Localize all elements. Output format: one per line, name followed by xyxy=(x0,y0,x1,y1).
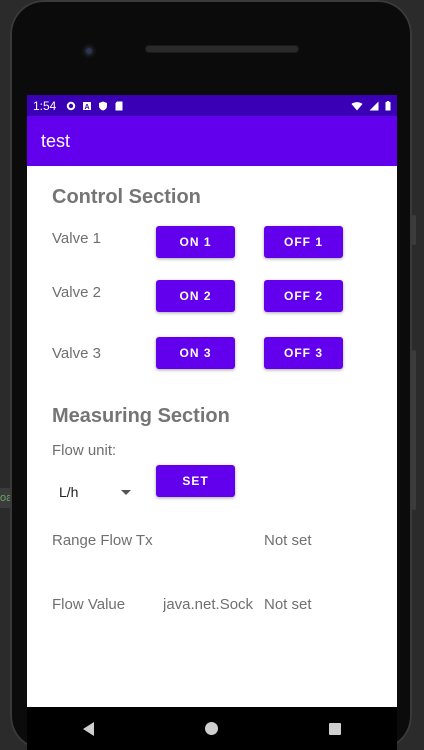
valve-1-off-button[interactable]: OFF 1 xyxy=(264,226,343,258)
app-bar: test xyxy=(27,116,397,166)
range-flow-label: Range Flow Tx xyxy=(52,532,153,549)
edge-tab: oa xyxy=(0,488,10,508)
status-bar: 1:54 A xyxy=(27,95,397,116)
side-button xyxy=(412,215,416,245)
valve-1-on-button[interactable]: ON 1 xyxy=(156,226,235,258)
wifi-icon xyxy=(351,101,363,110)
flow-unit-label: Flow unit: xyxy=(52,442,117,459)
main-content: Control Section Valve 1 ON 1 OFF 1 Valve… xyxy=(27,166,397,707)
valve-2-label: Valve 2 xyxy=(52,284,101,301)
flow-value-status: Not set xyxy=(264,596,312,613)
valve-3-label: Valve 3 xyxy=(52,345,101,362)
status-time: 1:54 xyxy=(33,98,57,113)
range-flow-value: Not set xyxy=(264,532,312,549)
chevron-down-icon xyxy=(121,489,131,495)
set-flow-unit-button[interactable]: SET xyxy=(156,465,235,497)
battery-icon xyxy=(385,100,391,110)
flow-value-text: java.net.Sock xyxy=(163,596,254,613)
home-icon[interactable] xyxy=(204,722,218,735)
shield-icon xyxy=(99,101,108,110)
settings-icon xyxy=(67,101,76,110)
flow-unit-dropdown[interactable]: L/h xyxy=(59,480,139,504)
cell-signal-icon xyxy=(369,101,379,110)
back-icon[interactable] xyxy=(82,721,94,736)
valve-2-off-button[interactable]: OFF 2 xyxy=(264,280,343,312)
side-button xyxy=(412,350,416,510)
a-icon: A xyxy=(83,101,92,111)
recents-icon[interactable] xyxy=(329,722,342,735)
app-screen: 1:54 A test Control Section Valve 1 ON 1… xyxy=(27,95,397,750)
earpiece-speaker xyxy=(145,45,299,53)
flow-value-label: Flow Value xyxy=(52,596,126,613)
flow-unit-selected: L/h xyxy=(59,484,79,500)
app-title: test xyxy=(41,130,71,151)
svg-text:A: A xyxy=(85,104,90,111)
valve-3-on-button[interactable]: ON 3 xyxy=(156,337,235,369)
control-section-title: Control Section xyxy=(52,186,201,208)
valve-3-off-button[interactable]: OFF 3 xyxy=(264,337,343,369)
valve-1-label: Valve 1 xyxy=(52,230,101,247)
valve-2-on-button[interactable]: ON 2 xyxy=(156,280,235,312)
sd-card-icon xyxy=(115,101,123,110)
measuring-section-title: Measuring Section xyxy=(52,405,230,427)
front-camera xyxy=(82,44,96,58)
navigation-bar xyxy=(27,707,397,750)
